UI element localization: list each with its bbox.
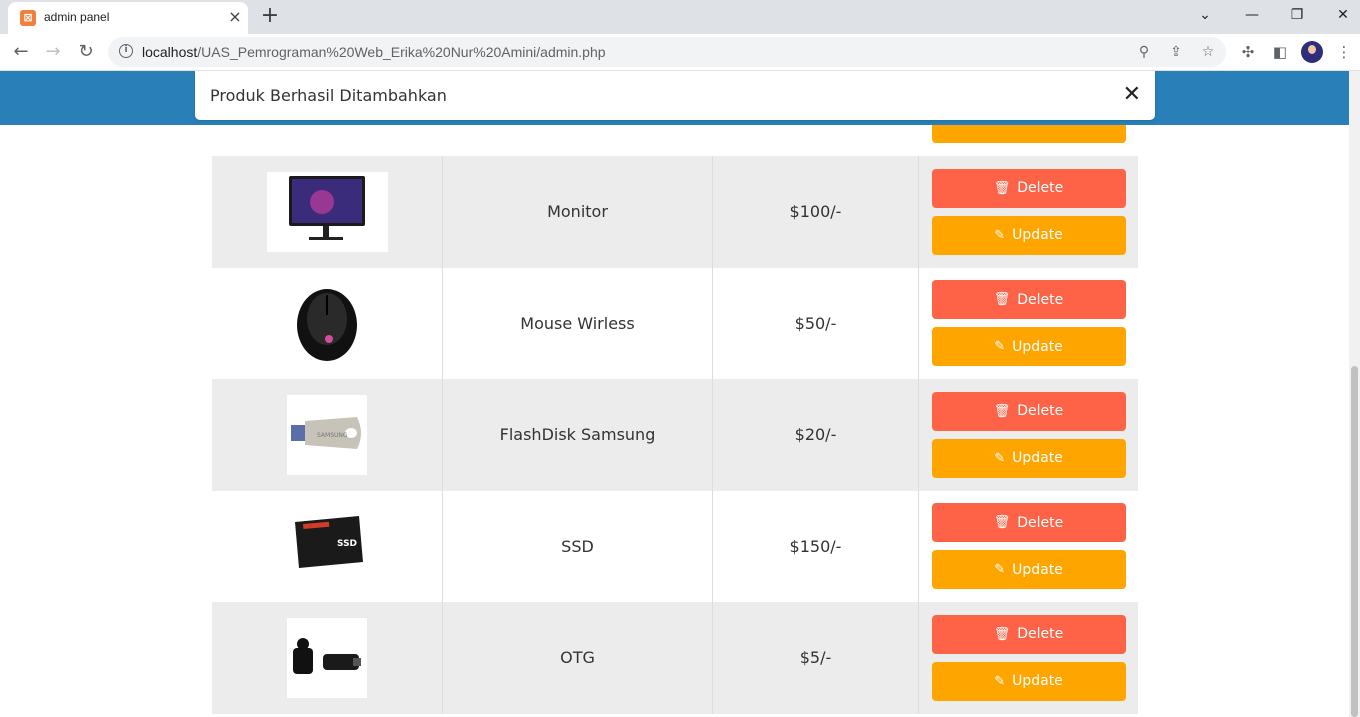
- edit-icon: ✎: [994, 339, 1006, 355]
- flashdisk-image: SAMSUNG: [287, 394, 367, 475]
- profile-avatar[interactable]: [1301, 41, 1323, 63]
- browser-toolbar: ← → ↻ i localhost/UAS_Pemrograman%20Web_…: [0, 34, 1360, 71]
- trash-icon: 🗑: [993, 403, 1011, 419]
- monitor-image: [266, 171, 388, 252]
- extensions-icon[interactable]: ✣: [1237, 41, 1259, 63]
- trash-icon: 🗑: [993, 180, 1011, 196]
- table-row: OTG $5/- 🗑 Delete ✎ Update: [212, 602, 1138, 714]
- delete-button[interactable]: 🗑 Delete: [931, 614, 1126, 654]
- otg-image: [287, 617, 367, 698]
- page-scrollbar[interactable]: [1349, 71, 1360, 717]
- product-name: SSD: [443, 490, 713, 602]
- scrollbar-thumb[interactable]: [1351, 366, 1358, 717]
- message-text: Produk Berhasil Ditambahkan: [210, 86, 447, 105]
- side-panel-icon[interactable]: ◧: [1269, 41, 1291, 63]
- product-actions: 🗑 Delete ✎ Update: [919, 602, 1138, 714]
- partial-update-button[interactable]: [932, 125, 1126, 143]
- reload-icon[interactable]: ↻: [73, 39, 99, 65]
- tab-title: admin panel: [44, 10, 110, 24]
- trash-icon: 🗑: [993, 626, 1011, 642]
- restore-icon[interactable]: ❐: [1282, 4, 1312, 26]
- url-text[interactable]: localhost/UAS_Pemrograman%20Web_Erika%20…: [142, 44, 606, 60]
- tab-close-icon[interactable]: ×: [226, 8, 244, 26]
- products-table: Monitor $100/- 🗑 Delete ✎ Update Mouse Wir: [212, 156, 1138, 714]
- update-button[interactable]: ✎ Update: [931, 661, 1126, 701]
- product-image-cell: [212, 267, 443, 379]
- new-tab-icon[interactable]: +: [258, 4, 282, 28]
- product-actions: 🗑 Delete ✎ Update: [919, 268, 1138, 380]
- svg-text:SAMSUNG: SAMSUNG: [317, 432, 348, 439]
- mouse-image: [287, 283, 367, 364]
- edit-icon: ✎: [994, 450, 1006, 466]
- page-viewport: Monitor $100/- 🗑 Delete ✎ Update Mouse Wir: [0, 71, 1349, 717]
- close-icon[interactable]: ✕: [1123, 83, 1141, 107]
- product-price: $150/-: [713, 490, 919, 602]
- table-row: Mouse Wirless $50/- 🗑 Delete ✎ Update: [212, 267, 1138, 380]
- product-actions: 🗑 Delete ✎ Update: [919, 156, 1138, 268]
- product-image-cell: [212, 156, 443, 268]
- product-price: $50/-: [713, 267, 919, 379]
- product-actions: 🗑 Delete ✎ Update: [919, 379, 1138, 491]
- update-button[interactable]: ✎ Update: [931, 550, 1126, 590]
- edit-icon: ✎: [994, 673, 1006, 689]
- svg-text:SSD: SSD: [337, 539, 357, 549]
- zoom-icon[interactable]: ⚲: [1134, 42, 1154, 62]
- browser-tab[interactable]: ⊠ admin panel ×: [8, 2, 248, 34]
- share-icon[interactable]: ⇪: [1166, 42, 1186, 62]
- delete-button[interactable]: 🗑 Delete: [931, 503, 1126, 543]
- product-name: Mouse Wirless: [443, 267, 713, 379]
- delete-button[interactable]: 🗑 Delete: [931, 168, 1126, 208]
- ssd-image: SSD: [287, 506, 367, 587]
- update-button[interactable]: ✎ Update: [931, 327, 1126, 367]
- forward-icon[interactable]: →: [40, 39, 66, 65]
- xampp-favicon-icon: ⊠: [20, 10, 36, 26]
- bookmark-star-icon[interactable]: ☆: [1198, 42, 1218, 62]
- product-actions: 🗑 Delete ✎ Update: [919, 491, 1138, 603]
- tab-search-icon[interactable]: ⌄: [1190, 4, 1220, 26]
- success-message: Produk Berhasil Ditambahkan ✕: [195, 71, 1155, 120]
- product-image-cell: SSD: [212, 490, 443, 602]
- address-bar[interactable]: i localhost/UAS_Pemrograman%20Web_Erika%…: [108, 37, 1226, 67]
- edit-icon: ✎: [994, 227, 1006, 243]
- table-row: SSD SSD $150/- 🗑 Delete ✎ Update: [212, 490, 1138, 603]
- delete-button[interactable]: 🗑 Delete: [931, 391, 1126, 431]
- product-price: $100/-: [713, 156, 919, 268]
- product-image-cell: SAMSUNG: [212, 379, 443, 491]
- product-name: FlashDisk Samsung: [443, 379, 713, 491]
- trash-icon: 🗑: [993, 292, 1011, 308]
- product-name: Monitor: [443, 156, 713, 268]
- back-icon[interactable]: ←: [8, 39, 34, 65]
- product-price: $5/-: [713, 602, 919, 714]
- delete-button[interactable]: 🗑 Delete: [931, 280, 1126, 320]
- edit-icon: ✎: [994, 562, 1006, 578]
- product-name: OTG: [443, 602, 713, 714]
- menu-kebab-icon[interactable]: ⋮: [1333, 41, 1355, 63]
- site-info-icon[interactable]: i: [119, 44, 133, 58]
- browser-tabbar: ⊠ admin panel × + ⌄ — ❐ ✕: [0, 0, 1360, 34]
- minimize-icon[interactable]: —: [1237, 4, 1267, 26]
- product-image-cell: [212, 602, 443, 714]
- update-button[interactable]: ✎ Update: [931, 215, 1126, 255]
- table-row: Monitor $100/- 🗑 Delete ✎ Update: [212, 156, 1138, 268]
- product-price: $20/-: [713, 379, 919, 491]
- update-button[interactable]: ✎ Update: [931, 438, 1126, 478]
- trash-icon: 🗑: [993, 515, 1011, 531]
- table-row: SAMSUNG FlashDisk Samsung $20/- 🗑 Delete …: [212, 379, 1138, 491]
- window-close-icon[interactable]: ✕: [1328, 4, 1358, 26]
